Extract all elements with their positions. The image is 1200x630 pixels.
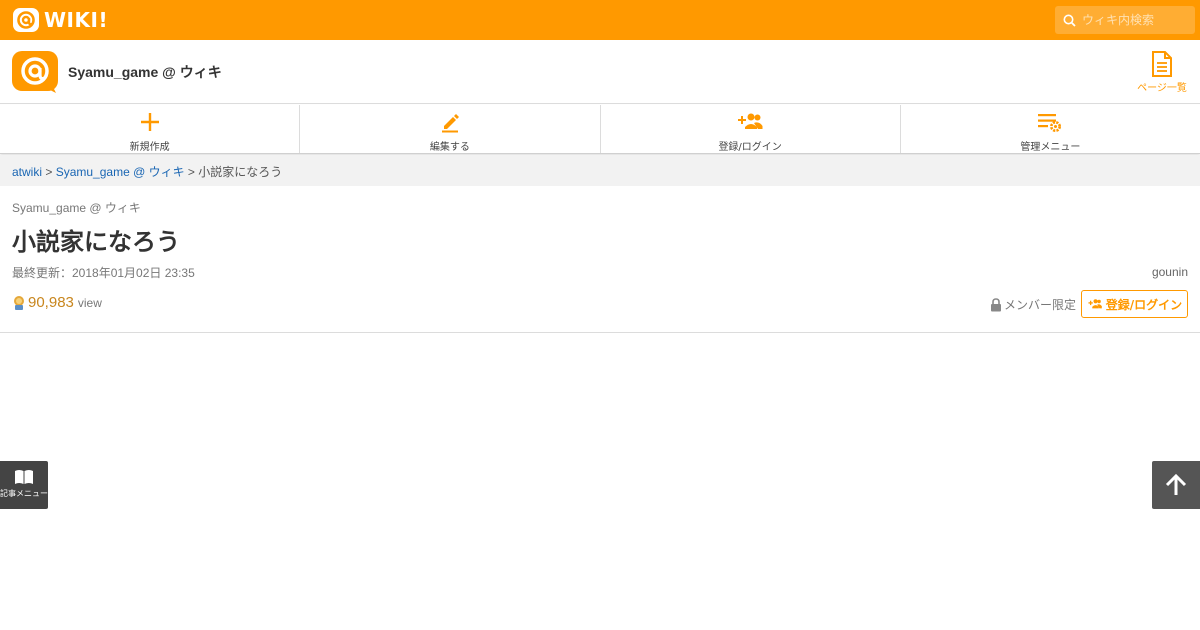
login-button[interactable]: 登録/ログイン — [1081, 290, 1188, 318]
medal-icon — [14, 295, 24, 310]
author-name: gounin — [1151, 265, 1188, 279]
breadcrumb-atwiki-link[interactable]: atwiki — [12, 165, 42, 179]
document-icon — [1152, 51, 1172, 77]
new-page-label: 新規作成 — [129, 142, 170, 153]
site-header: Syamu_game @ ウィキ ページ一覧 — [0, 40, 1200, 104]
breadcrumb-wiki-link[interactable]: Syamu_game @ ウィキ — [56, 165, 185, 179]
register-login-button[interactable]: 登録/ログイン — [601, 105, 901, 153]
back-to-top-button[interactable] — [1152, 461, 1200, 509]
add-user-icon — [1088, 299, 1102, 309]
edit-button[interactable]: 編集する — [300, 105, 601, 153]
edit-label: 編集する — [429, 142, 470, 153]
admin-menu-label: 管理メニュー — [1020, 142, 1081, 153]
breadcrumb: atwiki > Syamu_game @ ウィキ > 小説家になろう — [0, 155, 1200, 186]
content-divider — [0, 332, 1200, 333]
site-name[interactable]: Syamu_game @ ウィキ — [68, 62, 222, 82]
admin-menu-button[interactable]: 管理メニュー — [901, 105, 1200, 153]
arrow-up-icon — [1165, 473, 1187, 495]
plus-icon — [140, 113, 159, 131]
lock-icon — [991, 297, 1001, 311]
breadcrumb-current: 小説家になろう — [198, 165, 283, 179]
wiki-search[interactable] — [1055, 6, 1195, 34]
page-title: 小説家になろう — [12, 228, 180, 256]
view-count: 90,983 — [28, 294, 74, 311]
search-input[interactable] — [1082, 13, 1192, 27]
page-list-button[interactable]: ページ一覧 — [1130, 51, 1194, 94]
breadcrumb-separator: > — [184, 165, 199, 179]
pencil-icon — [441, 114, 459, 133]
settings-list-icon — [1038, 114, 1062, 132]
atwiki-logo[interactable]: WIKI! — [12, 7, 108, 33]
wiki-logo-icon[interactable] — [12, 51, 60, 93]
brand-text: WIKI! — [44, 8, 109, 32]
register-login-label: 登録/ログイン — [718, 142, 782, 153]
action-nav: 新規作成 編集する 登録/ログイン 管理メニュー — [0, 105, 1200, 154]
add-user-icon — [738, 113, 763, 129]
search-icon — [1063, 14, 1076, 27]
at-logo-icon — [13, 8, 39, 32]
last-updated: 最終更新：2018年01月02日 23:35 — [12, 266, 195, 280]
new-page-button[interactable]: 新規作成 — [0, 105, 301, 153]
view-unit: view — [77, 296, 102, 310]
page-list-label: ページ一覧 — [1137, 83, 1187, 94]
view-counter: 90,983 view — [12, 294, 102, 311]
article-menu-label: 記事メニュー — [0, 489, 48, 498]
breadcrumb-separator: > — [42, 165, 56, 179]
article-menu-button[interactable]: 記事メニュー — [0, 461, 48, 509]
book-icon — [15, 470, 33, 484]
top-bar: WIKI! — [0, 0, 1200, 40]
wiki-name: Syamu_game @ ウィキ — [12, 201, 141, 215]
member-only-label: メンバー限定 — [1004, 298, 1077, 312]
member-only-notice: メンバー限定 — [990, 296, 1076, 313]
login-button-label: 登録/ログイン — [1105, 297, 1183, 312]
